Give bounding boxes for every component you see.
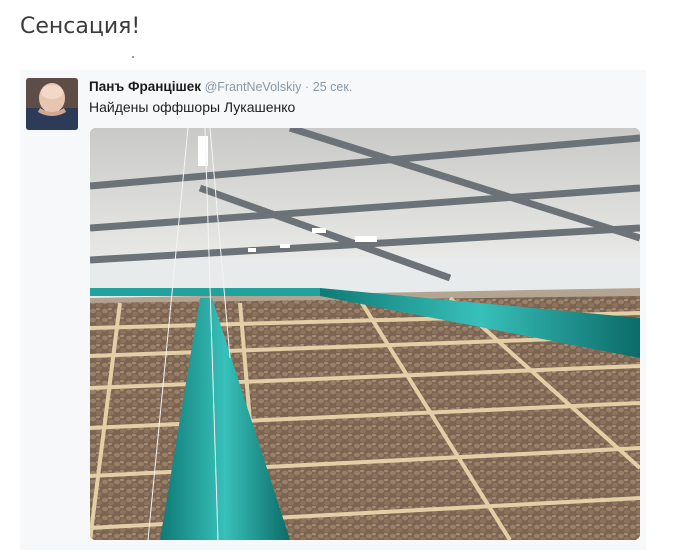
separator-dot — [132, 56, 134, 58]
author-handle[interactable]: @FrantNeVolskiy — [205, 80, 302, 94]
user-avatar-icon[interactable] — [26, 78, 78, 130]
page-headline: Сенсация! — [20, 14, 141, 39]
warehouse-photo-icon[interactable] — [90, 128, 640, 540]
tweet-card[interactable]: Панъ Францішек @FrantNeVolskiy · 25 сек.… — [20, 70, 646, 550]
meta-separator: · — [304, 80, 310, 94]
tweet-meta: Панъ Францішек @FrantNeVolskiy · 25 сек. — [89, 79, 352, 94]
tweet-timestamp[interactable]: 25 сек. — [313, 80, 353, 94]
author-name[interactable]: Панъ Францішек — [89, 79, 201, 94]
tweet-text: Найдены оффшоры Лукашенко — [89, 99, 296, 115]
